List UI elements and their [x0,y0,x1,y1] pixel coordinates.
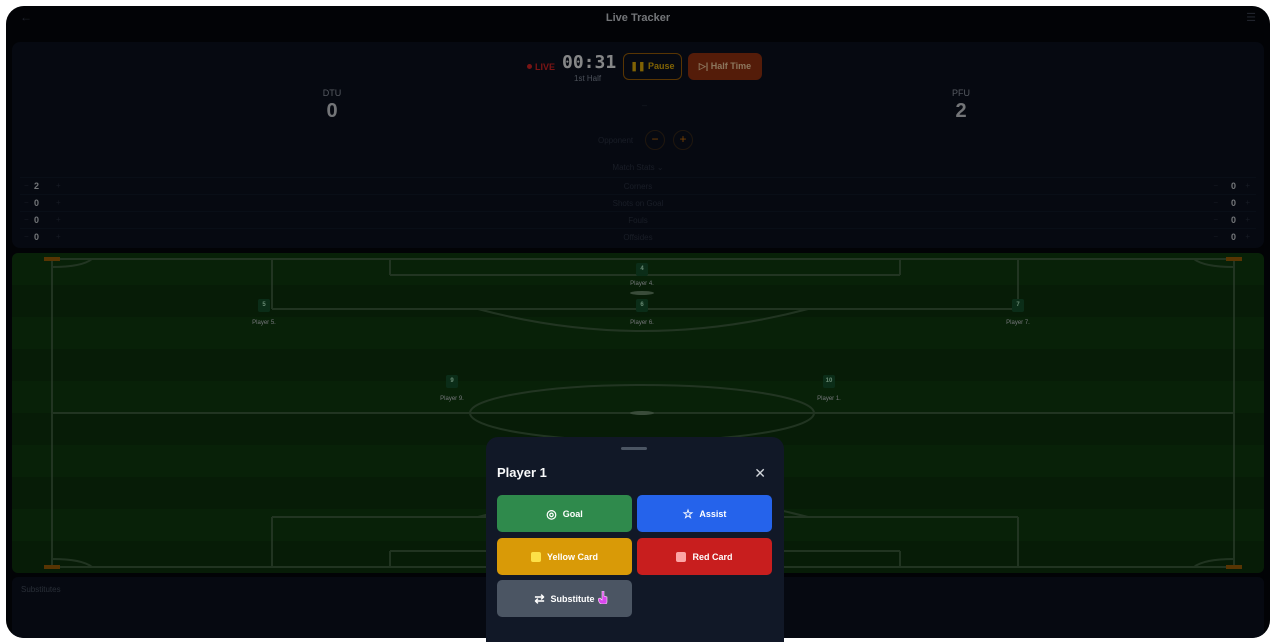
scoreboard: LIVE 00:31 1st Half ❚❚ Pause ▷| Half Tim… [12,42,1264,248]
home-team-score: 0 [326,100,338,122]
drag-handle[interactable] [621,447,647,450]
skip-icon: ▷| [698,61,709,71]
stat-label: Fouls [628,216,648,225]
pause-button[interactable]: ❚❚ Pause [623,53,682,80]
substitutes-title: Substitutes [21,585,61,594]
goal-button[interactable]: ◎ Goal [497,495,632,532]
score-separator: – [642,100,648,110]
pointer-cursor-icon [598,591,608,604]
away-team-name: PFU [952,88,970,98]
match-stats-title[interactable]: Match Stats ⌄ [12,163,1264,172]
player-jersey[interactable]: 5 [258,299,270,312]
close-icon[interactable]: ✕ [754,465,766,482]
away-stat-plus[interactable]: + [1245,215,1250,224]
away-stat-value: 0 [1230,198,1236,208]
away-stat-minus[interactable]: − [1213,198,1218,207]
sheet-title: Player 1 [497,465,547,480]
opponent-minus-button[interactable]: − [645,130,665,150]
away-stat-minus[interactable]: − [1213,215,1218,224]
away-team: PFU 2 [931,88,991,123]
chevron-down-icon: ⌄ [656,163,664,172]
player-name: Player 9. [440,396,464,402]
star-icon: ☆ [682,506,694,521]
half-time-button[interactable]: ▷| Half Time [688,53,762,80]
away-stat-plus[interactable]: + [1245,198,1250,207]
player-jersey[interactable]: 9 [446,375,458,388]
yellow-card-icon [530,551,541,562]
player-jersey[interactable]: 7 [1012,299,1024,312]
player-jersey[interactable]: 10 [823,375,835,388]
live-dot-icon [527,64,532,69]
live-indicator: LIVE [527,62,555,72]
player-name: Player 1. [817,396,841,402]
player-name: Player 7. [1006,320,1030,326]
swap-icon: ⇄ [534,591,545,606]
list-icon[interactable]: ☰ [1246,11,1256,24]
away-stat-plus[interactable]: + [1245,232,1250,241]
pause-icon: ❚❚ [630,61,646,71]
match-clock: 00:31 [562,52,617,73]
player-name: Player 5. [252,320,276,326]
player-name: Player 6. [630,320,654,326]
away-team-score: 2 [955,100,967,122]
match-period: 1st Half [574,74,602,83]
away-stat-value: 0 [1230,181,1236,191]
substitute-button[interactable]: ⇄ Substitute [497,580,632,617]
page-title: Live Tracker [605,12,671,24]
stat-label: Corners [623,182,653,191]
player-jersey[interactable]: 6 [636,299,648,312]
away-stat-value: 0 [1230,232,1236,242]
home-team-name: DTU [322,88,342,98]
stat-row-fouls: − 0 + Fouls − 0 + [20,211,1256,228]
opponent-label: Opponent [598,136,634,145]
home-team: DTU 0 [302,88,362,123]
yellow-card-button[interactable]: Yellow Card [497,538,632,575]
away-stat-plus[interactable]: + [1245,181,1250,190]
stat-row-shots-on-goal: − 0 + Shots on Goal − 0 + [20,194,1256,211]
stat-label: Offsides [623,233,653,242]
stat-row-offsides: − 0 + Offsides − 0 + [20,228,1256,245]
top-bar: ← Live Tracker ☰ [6,6,1270,32]
assist-button[interactable]: ☆ Assist [637,495,772,532]
opponent-plus-button[interactable]: + [673,130,693,150]
red-card-button[interactable]: Red Card [637,538,772,575]
away-stat-value: 0 [1230,215,1236,225]
stat-row-corners: − 2 + Corners − 0 + [20,177,1256,194]
stat-label: Shots on Goal [612,199,664,208]
away-stat-minus[interactable]: − [1213,232,1218,241]
player-action-sheet: Player 1 ✕ ◎ Goal ☆ Assist Yellow Card R… [486,437,784,642]
player-jersey[interactable]: 4 [636,263,648,276]
player-name: Player 4. [630,281,654,287]
away-stat-minus[interactable]: − [1213,181,1218,190]
red-card-icon [676,551,687,562]
target-icon: ◎ [546,506,557,521]
